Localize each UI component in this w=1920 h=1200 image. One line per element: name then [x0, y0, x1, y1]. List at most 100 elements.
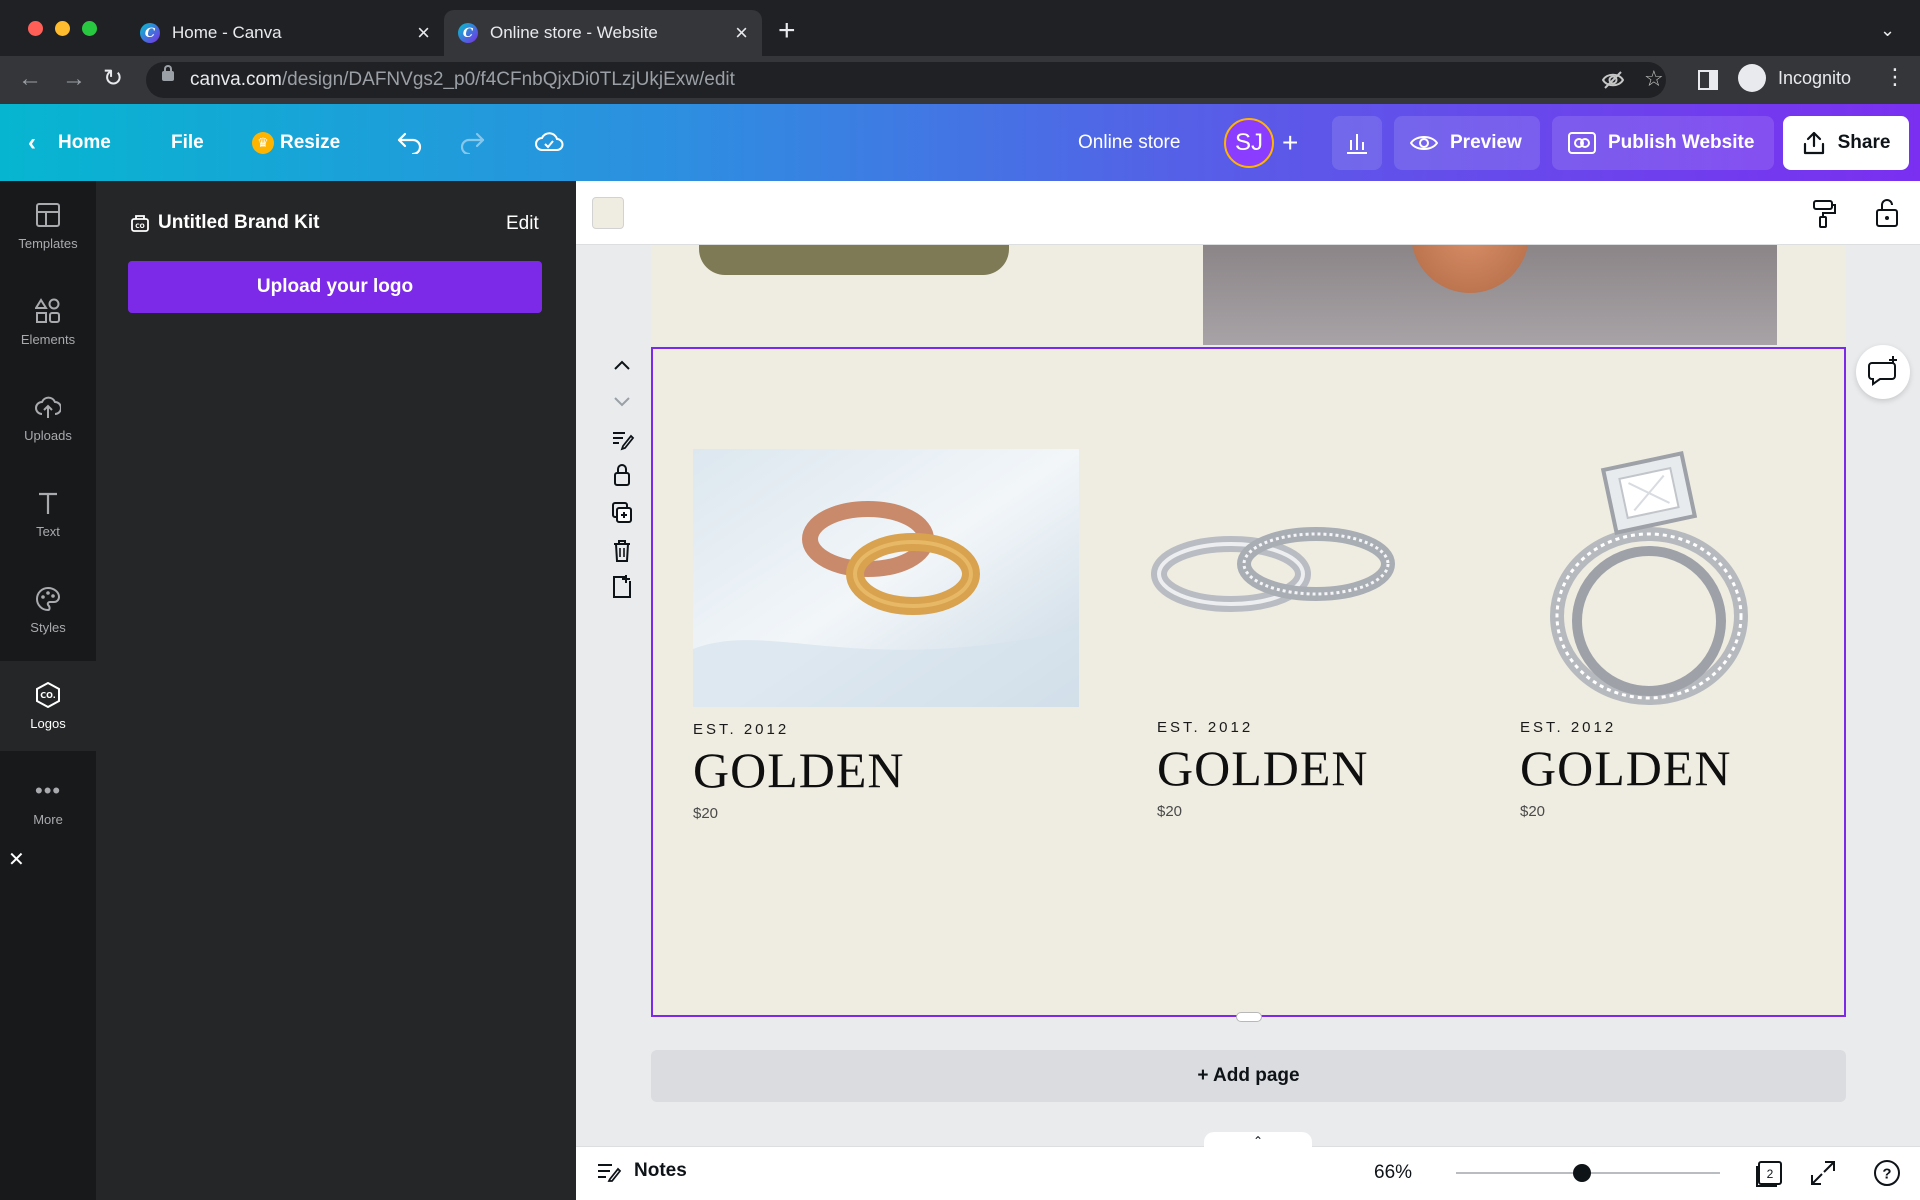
rail-label: More — [33, 811, 63, 827]
page-resize-handle[interactable] — [1236, 1012, 1262, 1022]
comment-plus-icon — [1868, 356, 1897, 386]
delete-page-trash-icon[interactable] — [604, 536, 640, 566]
close-tab-icon[interactable]: × — [417, 20, 430, 46]
new-tab-plus-icon[interactable]: + — [778, 16, 796, 46]
bookmark-star-icon[interactable]: ☆ — [1644, 66, 1664, 92]
duplicate-page-icon[interactable] — [604, 498, 640, 528]
svg-text:CO.: CO. — [40, 691, 56, 700]
preview-button[interactable]: Preview — [1394, 116, 1540, 170]
show-pages-chevron-up-icon[interactable]: ⌃ — [1204, 1132, 1312, 1148]
browser-menu-icon[interactable]: ⋮ — [1884, 64, 1906, 90]
resize-label: Resize — [280, 131, 341, 153]
home-button[interactable]: ‹ Home — [28, 104, 111, 181]
product-price[interactable]: $20 — [693, 805, 718, 822]
product-est-label[interactable]: EST. 2012 — [1157, 719, 1253, 736]
incognito-label: Incognito — [1778, 67, 1852, 88]
redo-icon[interactable] — [458, 130, 486, 154]
background-color-swatch[interactable] — [592, 197, 624, 229]
zoom-slider-handle[interactable] — [1573, 1164, 1591, 1182]
close-rail-item-icon[interactable]: ✕ — [8, 847, 25, 872]
file-menu-button[interactable]: File — [171, 104, 204, 181]
cloud-saved-icon[interactable] — [534, 130, 564, 154]
add-collaborator-plus-icon[interactable]: + — [1282, 104, 1298, 181]
design-title-text: Online store — [1078, 131, 1181, 153]
help-question-icon[interactable]: ? — [1872, 1158, 1902, 1188]
page-count-button[interactable]: 2 — [1754, 1158, 1784, 1188]
copy-style-paint-roller-icon[interactable] — [1806, 196, 1840, 230]
brand-kit-header[interactable]: CO Untitled Brand Kit — [130, 212, 320, 234]
rail-label: Templates — [18, 235, 78, 251]
url-text[interactable]: canva.com/design/DAFNVgs2_p0/f4CFnbQjxDi… — [190, 69, 735, 91]
product-name[interactable]: GOLDEN — [693, 741, 905, 799]
previous-page-section[interactable] — [651, 245, 1846, 345]
add-page-icon[interactable] — [604, 572, 640, 602]
incognito-indicator[interactable]: Incognito — [1738, 64, 1851, 92]
move-down-chevron-icon[interactable] — [604, 386, 640, 416]
tab-search-chevron-icon[interactable]: ⌄ — [1880, 20, 1895, 41]
avatar[interactable]: SJ — [1224, 118, 1274, 168]
browser-tab-home[interactable]: C Home - Canva × — [126, 10, 444, 56]
text-icon — [39, 492, 57, 514]
rail-item-uploads[interactable]: Uploads — [0, 373, 96, 463]
rose-and-gold-rings-photo[interactable] — [693, 449, 1079, 707]
resize-button[interactable]: ♛ Resize — [252, 104, 340, 181]
brand-kit-panel — [96, 181, 576, 1200]
insights-button[interactable] — [1332, 116, 1382, 170]
rail-item-logos[interactable]: CO. Logos — [0, 661, 96, 751]
reload-icon[interactable]: ↻ — [103, 66, 123, 92]
fullscreen-expand-icon[interactable] — [1808, 1158, 1838, 1188]
side-panel-icon[interactable] — [1698, 70, 1718, 90]
add-page-button[interactable]: + Add page — [651, 1050, 1846, 1102]
zoom-percentage[interactable]: 66% — [1374, 1162, 1412, 1184]
maximize-window-button[interactable] — [82, 21, 97, 36]
brand-kit-icon: CO — [131, 215, 149, 232]
product-name[interactable]: GOLDEN — [1157, 739, 1369, 797]
close-window-button[interactable] — [28, 21, 43, 36]
publish-website-button[interactable]: Publish Website — [1552, 116, 1774, 170]
page-notes-edit-icon[interactable] — [604, 424, 640, 454]
lock-page-icon[interactable] — [604, 460, 640, 490]
product-name[interactable]: GOLDEN — [1520, 739, 1732, 797]
brand-kit-title: Untitled Brand Kit — [158, 212, 320, 233]
home-label: Home — [58, 131, 111, 153]
eye-off-icon[interactable] — [1602, 70, 1624, 90]
diamond-ring-photo[interactable] — [1519, 431, 1775, 711]
selected-page-section[interactable]: EST. 2012 GOLDEN $20 EST. 2012 GOLDEN $2… — [651, 347, 1846, 1017]
brand-kit-edit-button[interactable]: Edit — [506, 213, 539, 235]
product-price[interactable]: $20 — [1157, 803, 1182, 820]
unlock-icon[interactable] — [1870, 196, 1904, 230]
upload-logo-button[interactable]: Upload your logo — [128, 261, 542, 313]
left-rail: Templates Elements Uploads Text Styles C… — [0, 181, 96, 1200]
forward-arrow-icon[interactable]: → — [62, 66, 86, 92]
product-est-label[interactable]: EST. 2012 — [693, 721, 789, 738]
crown-icon: ♛ — [252, 131, 274, 154]
notes-label: Notes — [634, 1160, 687, 1181]
minimize-window-button[interactable] — [55, 21, 70, 36]
share-button[interactable]: Share — [1783, 116, 1909, 170]
design-title[interactable]: Online store — [1078, 104, 1180, 181]
styles-palette-icon — [36, 586, 61, 611]
browser-tab-bar: C Home - Canva × C Online store - Websit… — [0, 0, 1920, 64]
share-upload-icon — [1803, 131, 1824, 155]
copper-coin-image — [1411, 245, 1529, 293]
lock-icon[interactable] — [162, 65, 174, 81]
rail-item-text[interactable]: Text — [0, 469, 96, 559]
product-est-label[interactable]: EST. 2012 — [1520, 719, 1616, 736]
tab-title: Online store - Website — [490, 23, 658, 42]
product-price[interactable]: $20 — [1520, 803, 1545, 820]
silver-wedding-bands-photo[interactable] — [1151, 519, 1397, 619]
browser-tab-online-store[interactable]: C Online store - Website × — [444, 10, 762, 56]
add-comment-button[interactable] — [1856, 345, 1910, 399]
close-tab-icon[interactable]: × — [735, 20, 748, 46]
undo-icon[interactable] — [396, 130, 424, 154]
notes-button[interactable]: Notes — [596, 1160, 687, 1182]
back-arrow-icon[interactable]: ← — [18, 66, 42, 92]
move-up-chevron-icon[interactable] — [604, 350, 640, 380]
notes-icon — [598, 1164, 622, 1182]
rail-item-templates[interactable]: Templates — [0, 181, 96, 271]
rail-item-elements[interactable]: Elements — [0, 277, 96, 367]
rail-label: Styles — [30, 619, 66, 635]
share-label: Share — [1837, 132, 1891, 153]
rail-item-styles[interactable]: Styles — [0, 565, 96, 655]
rail-item-more[interactable]: ••• More — [0, 757, 96, 847]
